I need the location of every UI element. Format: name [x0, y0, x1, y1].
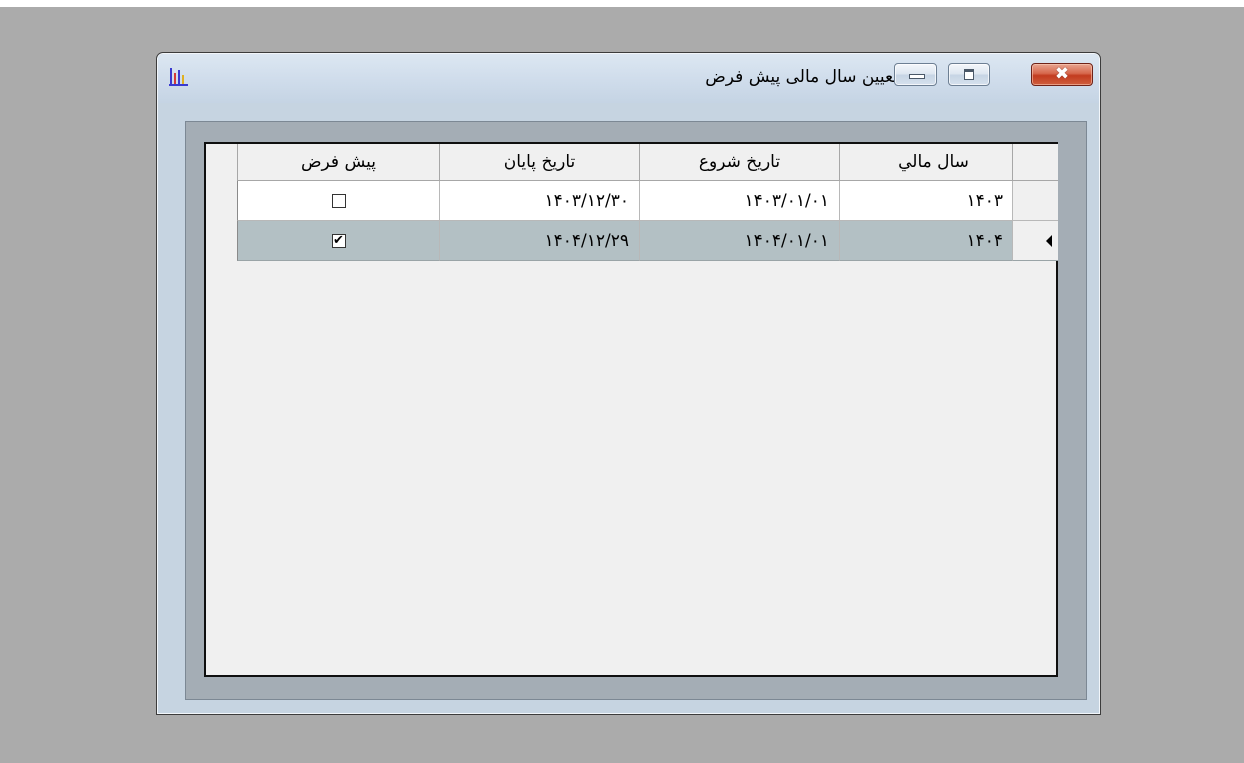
- table-row[interactable]: ۱۴۰۴ ۱۴۰۴/۰۱/۰۱ ۱۴۰۴/۱۲/۲۹ ✔: [237, 221, 1058, 261]
- cell-default[interactable]: [237, 181, 439, 221]
- minimize-icon: [909, 74, 925, 79]
- close-button[interactable]: ✖: [1031, 63, 1093, 86]
- column-header-fiscal-year[interactable]: سال مالي: [839, 144, 1012, 181]
- close-icon: ✖: [1054, 64, 1070, 84]
- current-row-pointer-icon: [1046, 234, 1052, 247]
- row-indicator-cell[interactable]: [1012, 181, 1058, 221]
- row-indicator-cell[interactable]: [1012, 221, 1058, 261]
- table-row[interactable]: ۱۴۰۳ ۱۴۰۳/۰۱/۰۱ ۱۴۰۳/۱۲/۳۰: [237, 181, 1058, 221]
- column-header-end-date[interactable]: تاريخ پايان: [439, 144, 639, 181]
- minimize-button[interactable]: [894, 63, 937, 86]
- cell-default[interactable]: ✔: [237, 221, 439, 261]
- grid-header-row: سال مالي تاريخ شروع تاريخ پايان پيش فرض: [237, 144, 1058, 181]
- fiscal-year-grid[interactable]: سال مالي تاريخ شروع تاريخ پايان پيش فرض …: [204, 142, 1058, 677]
- cell-fiscal-year[interactable]: ۱۴۰۴: [839, 221, 1012, 261]
- default-checkbox[interactable]: [331, 193, 346, 208]
- window-title: تعیین سال مالی پیش فرض: [705, 67, 898, 87]
- maximize-icon: [964, 69, 974, 80]
- default-checkbox[interactable]: ✔: [331, 233, 346, 248]
- cell-start-date[interactable]: ۱۴۰۳/۰۱/۰۱: [639, 181, 839, 221]
- cell-fiscal-year[interactable]: ۱۴۰۳: [839, 181, 1012, 221]
- title-bar[interactable]: تعیین سال مالی پیش فرض ✖: [158, 54, 1099, 103]
- cell-start-date[interactable]: ۱۴۰۴/۰۱/۰۱: [639, 221, 839, 261]
- top-screen-edge: [0, 0, 1244, 7]
- dialog-window: تعیین سال مالی پیش فرض ✖ سال مالي تاريخ …: [156, 52, 1101, 715]
- cell-end-date[interactable]: ۱۴۰۴/۱۲/۲۹: [439, 221, 639, 261]
- header-indicator-cell: [1012, 144, 1058, 181]
- column-header-default[interactable]: پيش فرض: [237, 144, 439, 181]
- column-header-start-date[interactable]: تاريخ شروع: [639, 144, 839, 181]
- maximize-button[interactable]: [948, 63, 990, 86]
- cell-end-date[interactable]: ۱۴۰۳/۱۲/۳۰: [439, 181, 639, 221]
- bar-chart-icon: [169, 68, 188, 86]
- grid-table: سال مالي تاريخ شروع تاريخ پايان پيش فرض …: [237, 144, 1058, 261]
- client-area: سال مالي تاريخ شروع تاريخ پايان پيش فرض …: [185, 121, 1087, 700]
